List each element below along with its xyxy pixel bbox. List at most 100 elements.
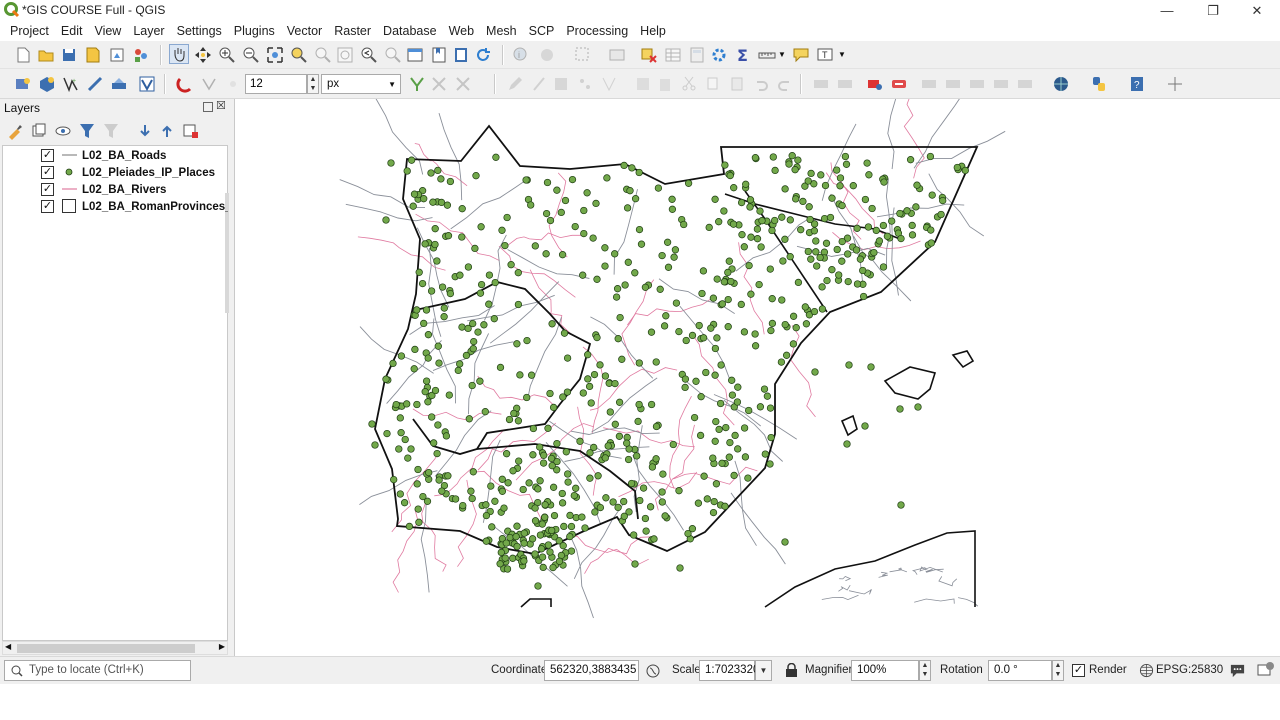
digitize-icon[interactable] <box>176 75 194 93</box>
statistical-summary-icon[interactable]: Σ <box>734 46 752 64</box>
map-render[interactable] <box>235 99 1280 656</box>
zoom-native-icon[interactable] <box>336 46 354 64</box>
show-bookmarks-icon[interactable] <box>452 46 470 64</box>
zoom-to-selection-icon[interactable] <box>290 46 308 64</box>
data-source-manager-icon[interactable] <box>14 75 32 93</box>
menu-vector[interactable]: Vector <box>281 21 328 41</box>
new-project-icon[interactable] <box>14 46 32 64</box>
save-edits-icon[interactable] <box>552 75 570 93</box>
menu-mesh[interactable]: Mesh <box>480 21 523 41</box>
menu-raster[interactable]: Raster <box>328 21 377 41</box>
remove-layer-icon[interactable] <box>182 122 200 140</box>
menu-database[interactable]: Database <box>377 21 443 41</box>
menu-processing[interactable]: Processing <box>560 21 634 41</box>
zoom-in-icon[interactable] <box>218 46 236 64</box>
layer-visibility-checkbox[interactable]: ✓ <box>41 200 54 213</box>
processing-toolbox-icon[interactable] <box>710 46 728 64</box>
move-feature-icon[interactable] <box>600 75 618 93</box>
pan-hand-icon[interactable] <box>169 44 189 64</box>
menu-settings[interactable]: Settings <box>171 21 228 41</box>
text-annotation-icon[interactable]: T <box>816 46 834 64</box>
new-geopackage-icon[interactable] <box>38 75 56 93</box>
redo-icon[interactable] <box>776 75 794 93</box>
messages-icon[interactable] <box>1229 662 1246 679</box>
menu-edit[interactable]: Edit <box>55 21 89 41</box>
restore-button[interactable]: ❐ <box>1190 0 1236 21</box>
change-label-icon[interactable] <box>1016 75 1034 93</box>
toggle-editing-icon[interactable] <box>530 75 548 93</box>
magnifier-spinner[interactable]: ▲ ▼ <box>919 660 931 681</box>
menu-web[interactable]: Web <box>443 21 480 41</box>
layer-visibility-checkbox[interactable]: ✓ <box>41 149 54 162</box>
menu-scp[interactable]: SCP <box>523 21 561 41</box>
scale-field[interactable]: 1:7023320 <box>699 660 759 681</box>
horizontal-scrollbar[interactable]: ◀ ▶ <box>2 641 228 655</box>
add-feature-icon[interactable] <box>576 75 594 93</box>
locator-search-input[interactable]: Type to locate (Ctrl+K) <box>4 660 191 681</box>
measure-line-icon[interactable] <box>758 46 776 64</box>
identify-features-icon[interactable]: i <box>512 46 530 64</box>
filter-by-expression-icon[interactable] <box>102 122 120 140</box>
deselect-features-icon[interactable] <box>640 46 658 64</box>
attribute-table-icon[interactable] <box>664 46 682 64</box>
rotation-spinner[interactable]: ▲ ▼ <box>1052 660 1064 681</box>
actions-icon[interactable] <box>538 46 556 64</box>
rotate-label-icon[interactable] <box>992 75 1010 93</box>
expand-all-icon[interactable] <box>136 122 154 140</box>
layer-row[interactable]: ✓ L02_BA_Rivers <box>3 181 227 198</box>
collapse-all-icon[interactable] <box>158 122 176 140</box>
add-raster-layer-icon[interactable] <box>86 75 104 93</box>
size-spinner[interactable]: ▲ ▼ <box>307 74 319 94</box>
move-label-icon[interactable] <box>968 75 986 93</box>
symbol-size-input[interactable] <box>245 74 307 94</box>
zoom-out-icon[interactable] <box>242 46 260 64</box>
save-project-icon[interactable] <box>60 46 78 64</box>
style-manager-icon[interactable] <box>132 46 150 64</box>
add-mesh-layer-icon[interactable] <box>110 75 128 93</box>
show-hide-labels-icon[interactable] <box>944 75 962 93</box>
cut-icon[interactable] <box>680 75 698 93</box>
filter-legend-icon[interactable] <box>78 122 96 140</box>
label-highlight-icon[interactable] <box>890 75 908 93</box>
vertex-tool-icon[interactable] <box>200 75 218 93</box>
add-group-icon[interactable] <box>30 122 48 140</box>
layer-visibility-checkbox[interactable]: ✓ <box>41 166 54 179</box>
chevron-down-icon[interactable]: ▼ <box>838 50 846 59</box>
menu-project[interactable]: Project <box>4 21 55 41</box>
zoom-next-icon[interactable] <box>384 46 402 64</box>
add-vector-layer-icon[interactable]: + <box>62 75 80 93</box>
print-layout-icon[interactable] <box>108 46 126 64</box>
layer-row[interactable]: ✓ L02_Pleiades_IP_Places <box>3 164 227 181</box>
delete-selected-icon[interactable] <box>430 75 448 93</box>
select-features-icon[interactable] <box>574 46 592 64</box>
rotation-field[interactable]: 0.0 ° <box>988 660 1052 681</box>
map-tips-icon[interactable] <box>792 46 810 64</box>
copy-icon[interactable] <box>704 75 722 93</box>
menu-view[interactable]: View <box>88 21 127 41</box>
chevron-down-icon[interactable]: ▼ <box>778 50 786 59</box>
layer-row[interactable]: ✓ L02_BA_RomanProvinces_A <box>3 198 228 215</box>
split-features-icon[interactable] <box>454 75 472 93</box>
crosshair-icon[interactable] <box>1166 75 1184 93</box>
open-styling-icon[interactable] <box>6 122 24 140</box>
layer-row[interactable]: ✓ L02_BA_Roads <box>3 147 227 164</box>
open-project-icon[interactable] <box>37 46 55 64</box>
zoom-last-icon[interactable] <box>360 46 378 64</box>
new-map-view-icon[interactable] <box>406 46 424 64</box>
label-tool-icon[interactable] <box>812 75 830 93</box>
float-panel-icon[interactable] <box>203 102 213 112</box>
filter-selection-icon[interactable] <box>408 75 426 93</box>
scroll-left-icon[interactable]: ◀ <box>5 642 11 651</box>
undo-icon[interactable] <box>752 75 770 93</box>
field-calculator-icon[interactable] <box>688 46 706 64</box>
coordinate-field[interactable]: 562320,3883435 <box>544 660 639 681</box>
snapping-icon[interactable] <box>224 75 242 93</box>
menu-help[interactable]: Help <box>634 21 672 41</box>
save-as-icon[interactable] <box>84 46 102 64</box>
add-virtual-layer-icon[interactable] <box>138 75 156 93</box>
paste-icon[interactable] <box>728 75 746 93</box>
globe-plugin-icon[interactable] <box>1052 75 1070 93</box>
unit-select[interactable]: px ▼ <box>321 74 401 94</box>
menu-layer[interactable]: Layer <box>127 21 170 41</box>
log-messages-icon[interactable] <box>1256 660 1276 680</box>
